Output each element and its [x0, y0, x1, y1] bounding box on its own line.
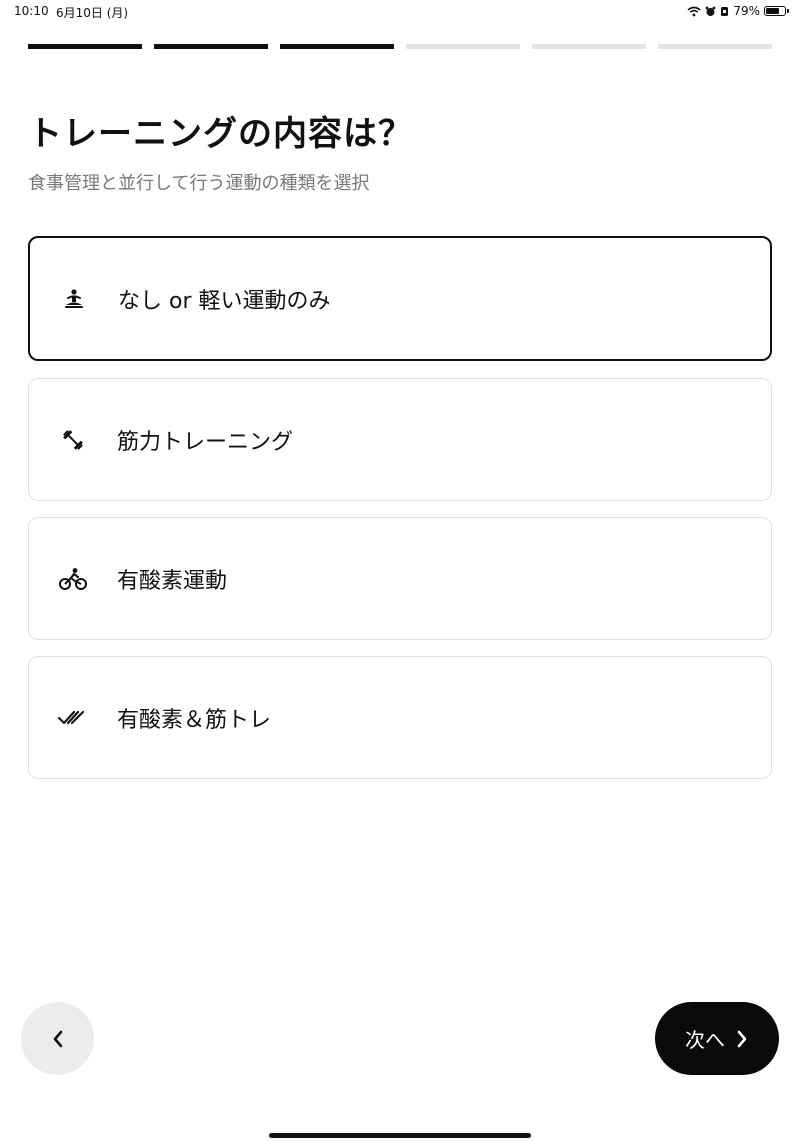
option-cardio-and-strength[interactable]: 有酸素＆筋トレ: [28, 656, 772, 779]
progress-segment: [28, 44, 142, 49]
option-label: なし or 軽い運動のみ: [118, 288, 331, 314]
option-strength-training[interactable]: 筋力トレーニング: [28, 378, 772, 501]
battery-percent: 79%: [733, 4, 760, 18]
chevron-right-icon: [737, 1030, 747, 1047]
home-indicator: [269, 1133, 531, 1138]
page-title: トレーニングの内容は？: [28, 114, 413, 154]
status-indicators: 79%: [687, 4, 789, 18]
battery-icon: [764, 6, 789, 16]
alarm-icon: [705, 6, 716, 16]
page-subtitle: 食事管理と並行して行う運動の種類を選択: [28, 173, 370, 194]
training-options: なし or 軽い運動のみ 筋力トレーニング 有酸素運動 有酸素＆筋トレ: [28, 236, 772, 795]
chevron-left-icon: [53, 1030, 62, 1047]
double-check-icon: [57, 702, 89, 734]
progress-segment: [406, 44, 520, 49]
progress-segment: [532, 44, 646, 49]
next-button-label: 次へ: [685, 1028, 725, 1052]
option-cardio[interactable]: 有酸素運動: [28, 517, 772, 640]
dumbbell-icon: [57, 424, 89, 456]
option-label: 筋力トレーニング: [117, 429, 294, 455]
cycling-icon: [57, 563, 89, 595]
status-bar: 10:10 6月10日 (月) 79%: [0, 0, 800, 24]
option-label: 有酸素＆筋トレ: [117, 707, 272, 733]
meditation-icon: [58, 283, 90, 315]
step-progress-bar: [28, 44, 772, 49]
orientation-lock-icon: [721, 6, 729, 16]
progress-segment: [280, 44, 394, 49]
progress-segment: [658, 44, 772, 49]
back-button[interactable]: [21, 1002, 94, 1075]
next-button[interactable]: 次へ: [655, 1002, 779, 1075]
option-none-or-light[interactable]: なし or 軽い運動のみ: [28, 236, 772, 361]
option-label: 有酸素運動: [117, 568, 228, 594]
wifi-icon: [687, 6, 701, 16]
status-date: 6月10日 (月): [56, 6, 129, 20]
progress-segment: [154, 44, 268, 49]
status-time: 10:10: [14, 4, 49, 18]
